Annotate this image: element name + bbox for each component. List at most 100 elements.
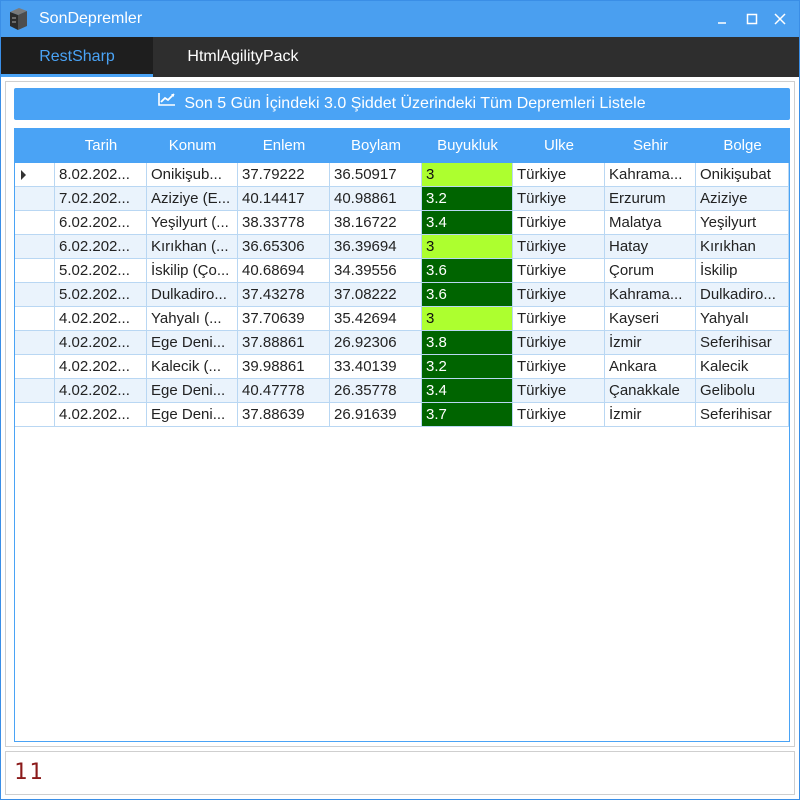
cell-magnitude[interactable]: 3.8: [422, 331, 513, 355]
cell-longitude[interactable]: 36.39694: [330, 235, 422, 259]
close-button[interactable]: [769, 8, 791, 30]
cell-location[interactable]: Yahyalı (...: [147, 307, 238, 331]
cell-location[interactable]: Dulkadiro...: [147, 283, 238, 307]
row-header[interactable]: [15, 331, 55, 355]
column-header-country[interactable]: Ulke: [513, 129, 605, 163]
cell-country[interactable]: Türkiye: [513, 331, 605, 355]
cell-date[interactable]: 5.02.202...: [55, 283, 147, 307]
cell-region[interactable]: İskilip: [696, 259, 789, 283]
cell-longitude[interactable]: 33.40139: [330, 355, 422, 379]
cell-magnitude[interactable]: 3.7: [422, 403, 513, 427]
cell-magnitude[interactable]: 3.6: [422, 259, 513, 283]
earthquake-data-grid[interactable]: Tarih Konum Enlem Boylam Buyukluk Ulke Sehir Bo…: [14, 128, 790, 742]
cell-region[interactable]: Aziziye: [696, 187, 789, 211]
cell-date[interactable]: 6.02.202...: [55, 235, 147, 259]
row-header[interactable]: [15, 355, 55, 379]
column-header-latitude[interactable]: Enlem: [238, 129, 330, 163]
cell-latitude[interactable]: 37.88639: [238, 403, 330, 427]
cell-city[interactable]: İzmir: [605, 331, 696, 355]
table-row[interactable]: 4.02.202... Kalecik (... 39.98861 33.40139 3…: [15, 355, 789, 379]
cell-location[interactable]: Yeşilyurt (...: [147, 211, 238, 235]
cell-latitude[interactable]: 40.47778: [238, 379, 330, 403]
table-row[interactable]: 4.02.202... Yahyalı (... 37.70639 35.42694 3…: [15, 307, 789, 331]
cell-date[interactable]: 5.02.202...: [55, 259, 147, 283]
cell-location[interactable]: Kırıkhan (...: [147, 235, 238, 259]
cell-latitude[interactable]: 37.88861: [238, 331, 330, 355]
cell-region[interactable]: Gelibolu: [696, 379, 789, 403]
cell-longitude[interactable]: 35.42694: [330, 307, 422, 331]
cell-latitude[interactable]: 40.14417: [238, 187, 330, 211]
row-header[interactable]: [15, 259, 55, 283]
cell-city[interactable]: Kayseri: [605, 307, 696, 331]
cell-date[interactable]: 4.02.202...: [55, 403, 147, 427]
cell-magnitude[interactable]: 3.2: [422, 355, 513, 379]
cell-location[interactable]: Kalecik (...: [147, 355, 238, 379]
column-header-city[interactable]: Sehir: [605, 129, 696, 163]
cell-country[interactable]: Türkiye: [513, 283, 605, 307]
cell-longitude[interactable]: 34.39556: [330, 259, 422, 283]
cell-city[interactable]: Kahrama...: [605, 163, 696, 187]
column-header-region[interactable]: Bolge: [696, 129, 789, 163]
title-bar[interactable]: SonDepremler: [1, 1, 799, 37]
cell-city[interactable]: İzmir: [605, 403, 696, 427]
cell-city[interactable]: Hatay: [605, 235, 696, 259]
table-row[interactable]: 7.02.202... Aziziye (E... 40.14417 40.98861…: [15, 187, 789, 211]
cell-country[interactable]: Türkiye: [513, 211, 605, 235]
row-header[interactable]: [15, 235, 55, 259]
cell-latitude[interactable]: 37.79222: [238, 163, 330, 187]
cell-region[interactable]: Yeşilyurt: [696, 211, 789, 235]
row-header[interactable]: [15, 379, 55, 403]
cell-date[interactable]: 4.02.202...: [55, 307, 147, 331]
row-header[interactable]: [15, 307, 55, 331]
row-header[interactable]: [15, 163, 55, 187]
table-row[interactable]: 5.02.202... İskilip (Ço... 40.68694 34.3955…: [15, 259, 789, 283]
cell-region[interactable]: Dulkadiro...: [696, 283, 789, 307]
cell-location[interactable]: Onikişub...: [147, 163, 238, 187]
cell-longitude[interactable]: 37.08222: [330, 283, 422, 307]
cell-city[interactable]: Kahrama...: [605, 283, 696, 307]
cell-magnitude[interactable]: 3: [422, 307, 513, 331]
cell-region[interactable]: Kırıkhan: [696, 235, 789, 259]
cell-date[interactable]: 4.02.202...: [55, 355, 147, 379]
cell-country[interactable]: Türkiye: [513, 163, 605, 187]
cell-latitude[interactable]: 37.43278: [238, 283, 330, 307]
cell-latitude[interactable]: 37.70639: [238, 307, 330, 331]
cell-date[interactable]: 6.02.202...: [55, 211, 147, 235]
cell-region[interactable]: Onikişubat: [696, 163, 789, 187]
cell-location[interactable]: Ege Deni...: [147, 379, 238, 403]
table-row[interactable]: 8.02.202... Onikişub... 37.79222 36.50917 3 T…: [15, 163, 789, 187]
cell-longitude[interactable]: 26.92306: [330, 331, 422, 355]
cell-latitude[interactable]: 36.65306: [238, 235, 330, 259]
row-header[interactable]: [15, 403, 55, 427]
cell-magnitude[interactable]: 3.2: [422, 187, 513, 211]
cell-date[interactable]: 7.02.202...: [55, 187, 147, 211]
cell-country[interactable]: Türkiye: [513, 355, 605, 379]
tab-restsharp[interactable]: RestSharp: [1, 37, 153, 77]
cell-longitude[interactable]: 40.98861: [330, 187, 422, 211]
cell-magnitude[interactable]: 3.4: [422, 379, 513, 403]
table-row[interactable]: 4.02.202... Ege Deni... 37.88861 26.92306 3.…: [15, 331, 789, 355]
cell-location[interactable]: Ege Deni...: [147, 403, 238, 427]
cell-magnitude[interactable]: 3: [422, 235, 513, 259]
maximize-button[interactable]: [741, 8, 763, 30]
cell-country[interactable]: Türkiye: [513, 187, 605, 211]
cell-longitude[interactable]: 36.50917: [330, 163, 422, 187]
cell-country[interactable]: Türkiye: [513, 403, 605, 427]
cell-magnitude[interactable]: 3.4: [422, 211, 513, 235]
cell-date[interactable]: 8.02.202...: [55, 163, 147, 187]
cell-date[interactable]: 4.02.202...: [55, 379, 147, 403]
table-row[interactable]: 6.02.202... Kırıkhan (... 36.65306 36.39694…: [15, 235, 789, 259]
cell-city[interactable]: Malatya: [605, 211, 696, 235]
row-header[interactable]: [15, 187, 55, 211]
cell-location[interactable]: İskilip (Ço...: [147, 259, 238, 283]
cell-location[interactable]: Ege Deni...: [147, 331, 238, 355]
cell-country[interactable]: Türkiye: [513, 307, 605, 331]
cell-city[interactable]: Ankara: [605, 355, 696, 379]
list-earthquakes-button[interactable]: Son 5 Gün İçindeki 3.0 Şiddet Üzerindeki…: [14, 88, 790, 120]
table-row[interactable]: 5.02.202... Dulkadiro... 37.43278 37.08222 3…: [15, 283, 789, 307]
cell-country[interactable]: Türkiye: [513, 259, 605, 283]
cell-region[interactable]: Yahyalı: [696, 307, 789, 331]
cell-longitude[interactable]: 26.35778: [330, 379, 422, 403]
cell-longitude[interactable]: 38.16722: [330, 211, 422, 235]
row-header[interactable]: [15, 211, 55, 235]
